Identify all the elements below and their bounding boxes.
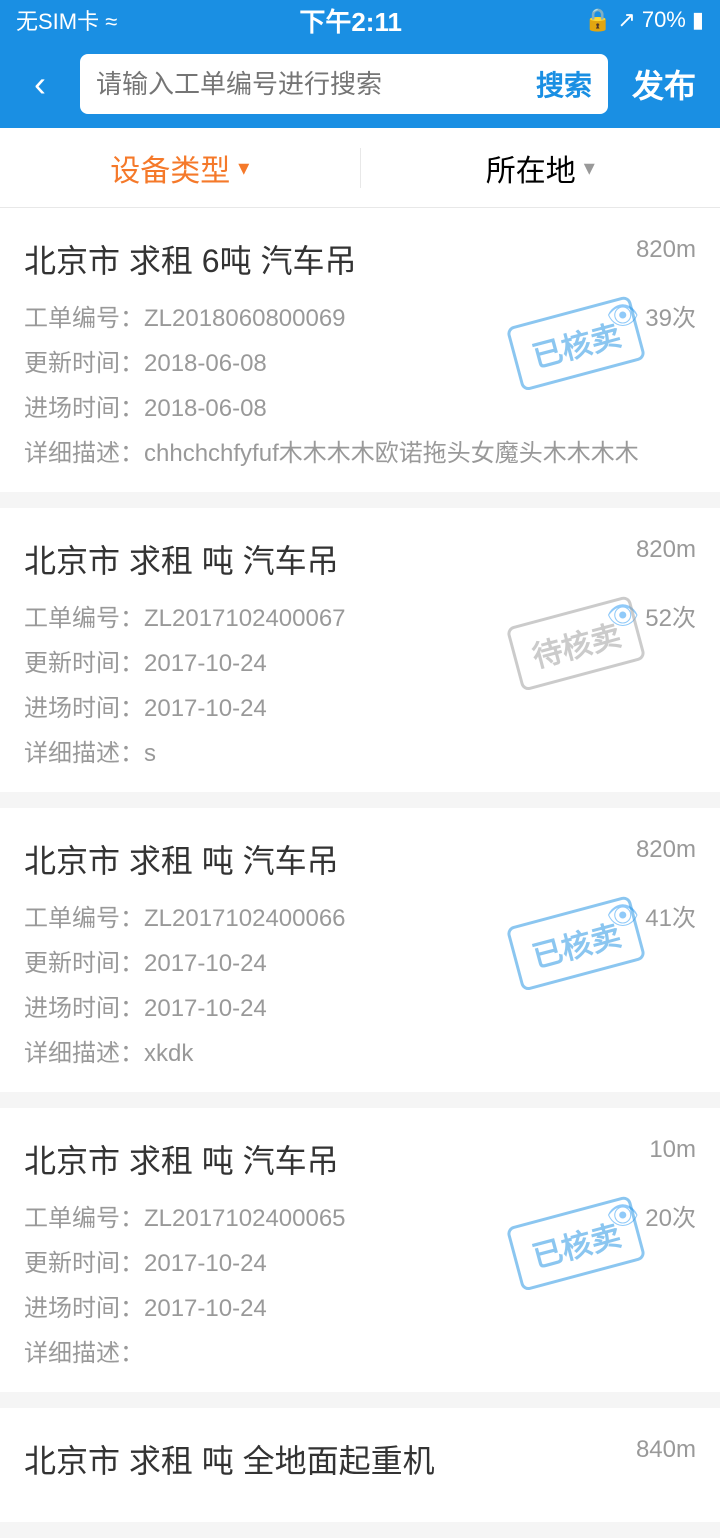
item-distance: 820m [636, 236, 696, 264]
order-no: 工单编号：ZL2017102400065 [24, 1198, 346, 1233]
lock-icon: 🔒 [584, 7, 611, 33]
back-button[interactable]: ‹ [16, 63, 64, 105]
item-header: 北京市 求租 吨 汽车吊 820m [24, 836, 696, 882]
views-count: 41次 [645, 898, 696, 933]
entry-date: 进场时间：2018-06-08 [24, 388, 696, 423]
list-item[interactable]: 北京市 求租 吨 汽车吊 10m 工单编号：ZL2017102400065 👁 … [0, 1108, 720, 1392]
filter-bar: 设备类型 ▾ 所在地 ▾ [0, 128, 720, 208]
item-header: 北京市 求租 吨 汽车吊 10m [24, 1136, 696, 1182]
search-button[interactable]: 搜索 [536, 64, 592, 104]
item-distance: 820m [636, 836, 696, 864]
filter-device-type[interactable]: 设备类型 ▾ [0, 146, 360, 190]
views-count: 52次 [645, 598, 696, 633]
item-desc: 详细描述：xkdk [24, 1033, 696, 1068]
item-title: 北京市 求租 6吨 汽车吊 [24, 236, 356, 282]
status-time: 下午2:11 [299, 2, 402, 39]
entry-date: 进场时间：2017-10-24 [24, 988, 696, 1023]
status-left: 无SIM卡 ≈ [16, 4, 117, 36]
order-no: 工单编号：ZL2017102400066 [24, 898, 346, 933]
entry-date: 进场时间：2017-10-24 [24, 1288, 696, 1323]
item-list: 北京市 求租 6吨 汽车吊 820m 工单编号：ZL2018060800069 … [0, 208, 720, 1522]
item-distance: 10m [649, 1136, 696, 1164]
location-arrow-icon: ▾ [584, 155, 595, 181]
order-no: 工单编号：ZL2017102400067 [24, 598, 346, 633]
search-input[interactable] [96, 69, 526, 100]
order-no: 工单编号：ZL2018060800069 [24, 298, 346, 333]
search-box: 搜索 [80, 54, 608, 114]
battery-icon: ▮ [692, 7, 704, 33]
item-desc: 详细描述：chhchchfyfuf木木木木欧诺拖头女魔头木木木木 [24, 433, 696, 468]
device-type-label: 设备类型 [110, 146, 230, 190]
location-label: 所在地 [486, 146, 576, 190]
status-right: 🔒 ↗ 70% ▮ [584, 7, 704, 33]
list-item[interactable]: 北京市 求租 吨 全地面起重机 840m [0, 1408, 720, 1522]
list-item[interactable]: 北京市 求租 吨 汽车吊 820m 工单编号：ZL2017102400066 👁… [0, 808, 720, 1092]
item-distance: 840m [636, 1436, 696, 1464]
item-desc: 详细描述： [24, 1333, 696, 1368]
item-desc: 详细描述：s [24, 733, 696, 768]
item-title: 北京市 求租 吨 汽车吊 [24, 1136, 339, 1182]
item-title: 北京市 求租 吨 汽车吊 [24, 536, 339, 582]
list-item[interactable]: 北京市 求租 6吨 汽车吊 820m 工单编号：ZL2018060800069 … [0, 208, 720, 492]
publish-button[interactable]: 发布 [624, 61, 704, 107]
item-header: 北京市 求租 6吨 汽车吊 820m [24, 236, 696, 282]
item-header: 北京市 求租 吨 汽车吊 820m [24, 536, 696, 582]
filter-location[interactable]: 所在地 ▾ [361, 146, 720, 190]
location-icon: ↗ [617, 7, 635, 33]
battery-label: 70% [642, 7, 686, 33]
item-distance: 820m [636, 536, 696, 564]
no-sim-label: 无SIM卡 ≈ [16, 4, 117, 36]
views-count: 39次 [645, 298, 696, 333]
item-title: 北京市 求租 吨 汽车吊 [24, 836, 339, 882]
status-bar: 无SIM卡 ≈ 下午2:11 🔒 ↗ 70% ▮ [0, 0, 720, 40]
item-header: 北京市 求租 吨 全地面起重机 840m [24, 1436, 696, 1482]
views-count: 20次 [645, 1198, 696, 1233]
item-title: 北京市 求租 吨 全地面起重机 [24, 1436, 435, 1482]
nav-bar: ‹ 搜索 发布 [0, 40, 720, 128]
entry-date: 进场时间：2017-10-24 [24, 688, 696, 723]
list-item[interactable]: 北京市 求租 吨 汽车吊 820m 工单编号：ZL2017102400067 👁… [0, 508, 720, 792]
device-type-arrow-icon: ▾ [238, 155, 249, 181]
